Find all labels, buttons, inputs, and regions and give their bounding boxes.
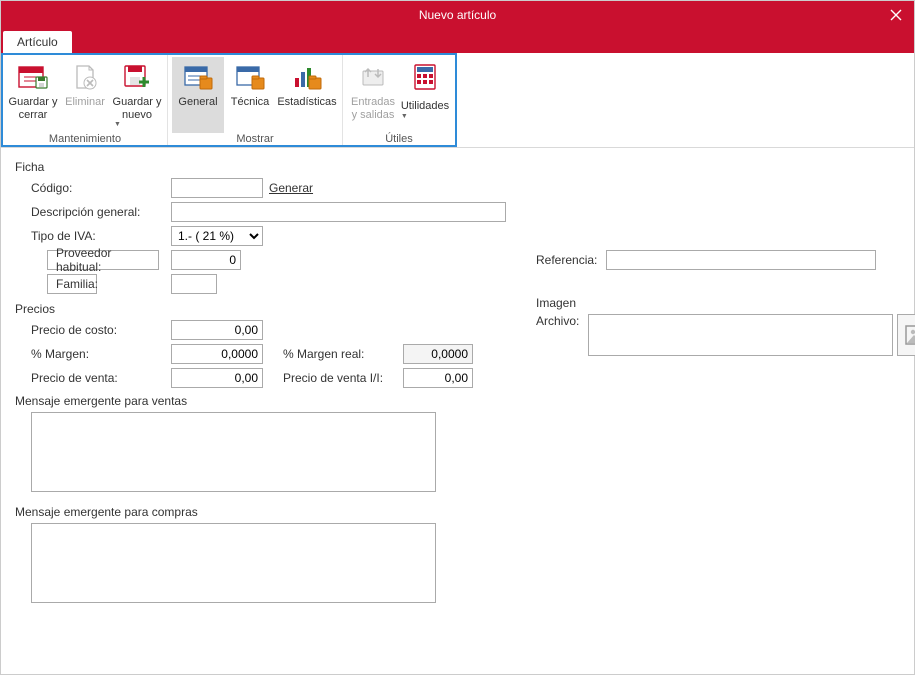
familia-button[interactable]: Familia: <box>47 274 97 294</box>
codigo-label: Código: <box>31 181 171 195</box>
tab-articulo[interactable]: Artículo <box>3 31 72 53</box>
titlebar: Nuevo artículo <box>1 1 914 29</box>
venta-input[interactable] <box>171 368 263 388</box>
tecnica-button[interactable]: Técnica <box>224 57 276 133</box>
image-browse-button[interactable] <box>897 314 915 356</box>
estadisticas-label: Estadísticas <box>277 96 336 109</box>
save-new-icon <box>121 61 153 93</box>
close-button[interactable] <box>878 1 914 29</box>
margen-real-input <box>403 344 473 364</box>
save-close-icon <box>17 61 49 93</box>
close-icon <box>890 9 902 21</box>
venta-ii-input[interactable] <box>403 368 473 388</box>
descripcion-label: Descripción general: <box>31 205 171 219</box>
referencia-label: Referencia: <box>536 253 606 267</box>
chevron-down-icon: ▼ <box>401 113 408 120</box>
section-precios: Precios <box>15 302 506 316</box>
entradas-salidas-button[interactable]: Entradas y salidas <box>347 57 399 133</box>
utilidades-button[interactable]: Utilidades ▼ <box>399 57 451 133</box>
content-area: Ficha Código: Generar Descripción genera… <box>1 148 914 616</box>
calculator-icon <box>409 61 441 93</box>
group-label-mantenimiento: Mantenimiento <box>7 133 163 147</box>
entradas-salidas-icon <box>357 61 389 93</box>
familia-input[interactable] <box>171 274 217 294</box>
mensaje-compras-label: Mensaje emergente para compras <box>15 505 506 519</box>
venta-ii-label: Precio de venta I/I: <box>283 371 403 385</box>
archivo-path-box[interactable] <box>588 314 893 356</box>
tipo-iva-select[interactable]: 1.- ( 21 %) <box>171 226 263 246</box>
mensaje-ventas-textarea[interactable] <box>31 412 436 492</box>
section-imagen: Imagen <box>536 296 900 310</box>
save-new-label: Guardar y nuevo <box>112 96 162 121</box>
codigo-input[interactable] <box>171 178 263 198</box>
delete-icon <box>69 61 101 93</box>
save-close-label: Guardar y cerrar <box>8 96 58 121</box>
ribbon: Guardar y cerrar Eliminar <box>1 53 914 148</box>
mensaje-compras-textarea[interactable] <box>31 523 436 603</box>
window-title: Nuevo artículo <box>419 8 496 22</box>
ribbon-group-mantenimiento: Guardar y cerrar Eliminar <box>3 55 168 145</box>
general-label: General <box>178 96 217 109</box>
proveedor-button[interactable]: Proveedor habitual: <box>47 250 159 270</box>
costo-label: Precio de costo: <box>31 323 171 337</box>
delete-label: Eliminar <box>65 96 105 109</box>
archivo-label: Archivo: <box>536 314 588 328</box>
estadisticas-icon <box>291 61 323 93</box>
generar-link[interactable]: Generar <box>269 181 313 195</box>
margen-label: % Margen: <box>31 347 171 361</box>
margen-real-label: % Margen real: <box>283 347 403 361</box>
utilidades-label: Utilidades <box>401 100 449 113</box>
margen-input[interactable] <box>171 344 263 364</box>
image-icon <box>905 325 915 345</box>
descripcion-input[interactable] <box>171 202 506 222</box>
general-button[interactable]: General <box>172 57 224 133</box>
ribbon-group-mostrar: General Técnica <box>168 55 343 145</box>
venta-label: Precio de venta: <box>31 371 171 385</box>
estadisticas-button[interactable]: Estadísticas <box>276 57 338 133</box>
tipo-iva-label: Tipo de IVA: <box>31 229 171 243</box>
tecnica-icon <box>234 61 266 93</box>
ribbon-highlight: Guardar y cerrar Eliminar <box>1 53 457 147</box>
general-icon <box>182 61 214 93</box>
proveedor-input[interactable] <box>171 250 241 270</box>
delete-button[interactable]: Eliminar <box>59 57 111 133</box>
tecnica-label: Técnica <box>231 96 270 109</box>
chevron-down-icon: ▼ <box>114 121 121 128</box>
group-label-mostrar: Mostrar <box>172 133 338 147</box>
mensaje-ventas-label: Mensaje emergente para ventas <box>15 394 506 408</box>
tabstrip: Artículo <box>1 29 914 53</box>
referencia-input[interactable] <box>606 250 876 270</box>
ribbon-group-utiles: Entradas y salidas Utilidades ▼ <box>343 55 455 145</box>
save-new-button[interactable]: Guardar y nuevo ▼ <box>111 57 163 133</box>
entradas-salidas-label: Entradas y salidas <box>348 96 398 121</box>
costo-input[interactable] <box>171 320 263 340</box>
group-label-utiles: Útiles <box>347 133 451 147</box>
section-ficha: Ficha <box>15 160 506 174</box>
save-close-button[interactable]: Guardar y cerrar <box>7 57 59 133</box>
